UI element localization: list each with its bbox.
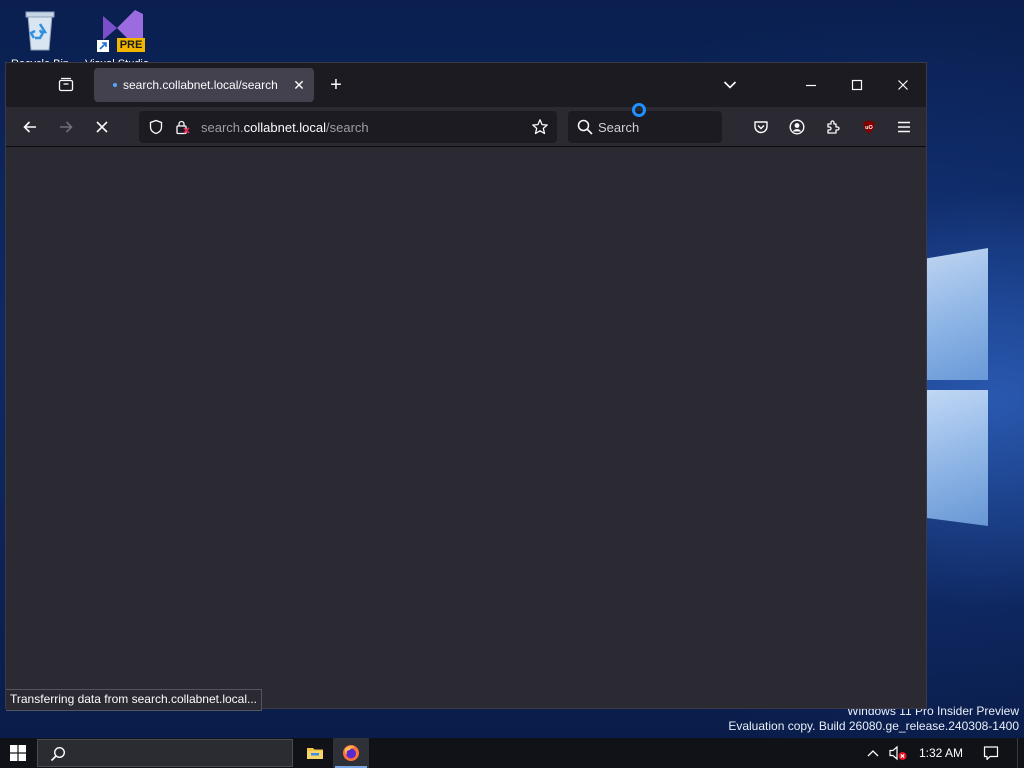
volume-button[interactable] (886, 738, 910, 768)
firefox-icon (343, 745, 359, 761)
ublock-origin-button[interactable]: uO (855, 113, 883, 141)
new-tab-button[interactable]: + (324, 73, 348, 97)
list-all-tabs-button[interactable] (718, 73, 742, 97)
folder-icon (307, 748, 323, 759)
extensions-icon (827, 120, 840, 134)
tab-list-icon (58, 77, 74, 92)
url-bar[interactable]: search.collabnet.local/search (139, 111, 557, 143)
firefox-view-button[interactable] (53, 73, 79, 97)
account-icon (789, 119, 805, 135)
search-icon (50, 746, 66, 762)
desktop-icon-visual-studio[interactable]: PRE Visual Studio (82, 6, 152, 64)
minimize-button[interactable] (788, 63, 834, 107)
tab-title: search.collabnet.local/search (123, 78, 278, 92)
star-icon (532, 119, 548, 135)
tab-active[interactable]: search.collabnet.local/search ✕ (94, 68, 314, 102)
search-input[interactable]: Search (568, 111, 722, 143)
chevron-up-icon (867, 750, 879, 757)
back-button[interactable] (16, 113, 44, 141)
url-host: collabnet.local (243, 120, 327, 135)
show-desktop-button[interactable] (1017, 738, 1024, 768)
start-button[interactable] (0, 738, 36, 768)
tracking-protection-button[interactable] (147, 118, 165, 136)
taskbar-clock[interactable]: 1:32 AM (912, 738, 970, 768)
taskbar-search-box[interactable] (37, 739, 293, 767)
taskbar-file-explorer[interactable] (297, 738, 333, 768)
lock-icon (176, 120, 190, 135)
stop-loading-button[interactable] (88, 113, 116, 141)
firefox-window: search.collabnet.local/search ✕ + search… (5, 62, 927, 711)
wallpaper-logo-pane (926, 248, 988, 380)
maximize-icon (851, 79, 863, 91)
navigation-toolbar: search.collabnet.local/search Search uO (6, 107, 926, 147)
search-icon (577, 119, 593, 135)
hamburger-menu-icon (898, 121, 910, 133)
site-security-button[interactable] (173, 118, 191, 136)
back-arrow-icon (23, 121, 36, 133)
minimize-icon (806, 84, 816, 87)
forward-arrow-icon (60, 121, 73, 133)
desktop-icon-recycle-bin[interactable]: Recycle Bin (5, 6, 75, 64)
pocket-button[interactable] (747, 113, 775, 141)
taskbar: 1:32 AM (0, 738, 1024, 768)
action-center-button[interactable] (978, 738, 1004, 768)
url-prefix: search. (201, 120, 244, 135)
show-hidden-icons-button[interactable] (864, 738, 882, 768)
maximize-button[interactable] (834, 63, 880, 107)
ublock-icon: uO (863, 120, 875, 134)
visual-studio-icon: PRE (95, 6, 145, 54)
busy-cursor-icon (632, 103, 646, 117)
stop-icon (96, 121, 108, 133)
url-text[interactable]: search.collabnet.local/search (201, 120, 369, 135)
app-menu-button[interactable] (890, 113, 918, 141)
title-bar: search.collabnet.local/search ✕ + (6, 63, 926, 107)
search-placeholder: Search (598, 120, 640, 135)
tab-close-button[interactable]: ✕ (288, 74, 310, 96)
watermark-build: Evaluation copy. Build 26080.ge_release.… (728, 719, 1019, 733)
taskbar-firefox[interactable] (333, 738, 369, 768)
close-icon (898, 80, 908, 90)
volume-muted-icon (889, 745, 907, 761)
shield-icon (149, 119, 163, 135)
extensions-button[interactable] (819, 113, 847, 141)
account-button[interactable] (783, 113, 811, 141)
url-path: /search (326, 120, 369, 135)
pocket-icon (754, 121, 768, 134)
forward-button[interactable] (52, 113, 80, 141)
page-content[interactable] (6, 147, 926, 708)
svg-text:uO: uO (865, 125, 873, 131)
close-window-button[interactable] (880, 63, 926, 107)
pre-badge: PRE (117, 38, 145, 52)
recycle-bin-icon (18, 6, 62, 54)
wallpaper-logo-pane (926, 390, 988, 526)
bookmark-star-button[interactable] (531, 118, 549, 136)
windows-logo-icon (10, 745, 26, 761)
notification-icon (983, 746, 999, 761)
chevron-down-icon (723, 81, 737, 89)
loading-dot-icon (113, 83, 117, 87)
status-panel: Transferring data from search.collabnet.… (6, 689, 263, 711)
